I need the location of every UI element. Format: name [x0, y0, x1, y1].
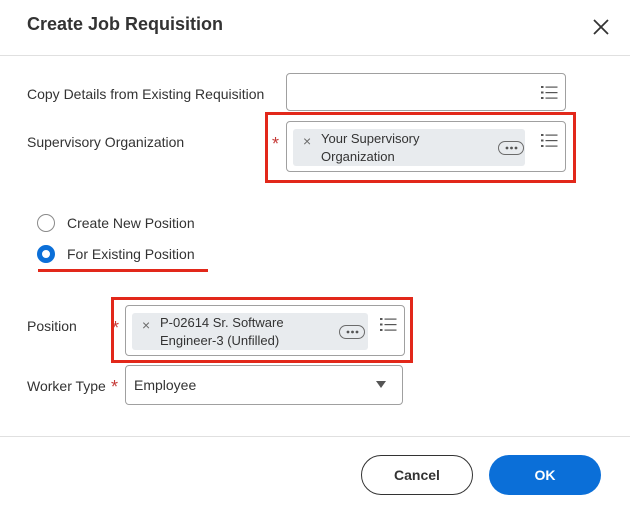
- radio-label: For Existing Position: [67, 246, 195, 262]
- remove-icon[interactable]: ×: [142, 317, 150, 333]
- radio-button-selected[interactable]: [37, 245, 55, 263]
- dialog-header: Create Job Requisition: [0, 0, 630, 56]
- position-input[interactable]: × P-02614 Sr. Software Engineer-3 (Unfil…: [125, 305, 405, 356]
- radio-label: Create New Position: [67, 215, 195, 231]
- worker-type-value: Employee: [134, 377, 197, 393]
- required-marker: *: [111, 377, 119, 397]
- dialog-footer: Cancel OK: [0, 436, 630, 507]
- list-icon[interactable]: [541, 133, 559, 149]
- annotation-underline: [38, 269, 208, 272]
- worker-type-label: Worker Type: [27, 378, 106, 394]
- close-icon[interactable]: [588, 14, 614, 40]
- dialog-title: Create Job Requisition: [27, 14, 224, 34]
- supervisory-org-label: Supervisory Organization: [27, 134, 185, 150]
- worker-type-select[interactable]: Employee: [125, 365, 403, 405]
- radio-button-unselected[interactable]: [37, 214, 55, 232]
- cancel-button[interactable]: Cancel: [361, 455, 473, 495]
- selected-chip: × Your Supervisory Organization: [293, 129, 525, 166]
- position-label: Position: [27, 318, 77, 334]
- remove-icon[interactable]: ×: [303, 133, 311, 149]
- chip-line-1: Your Supervisory: [321, 131, 420, 146]
- ok-button[interactable]: OK: [489, 455, 601, 495]
- selected-chip: × P-02614 Sr. Software Engineer-3 (Unfil…: [132, 313, 368, 350]
- copy-details-label: Copy Details from Existing Requisition: [27, 86, 265, 102]
- more-options-icon[interactable]: [498, 141, 524, 155]
- more-options-icon[interactable]: [339, 325, 365, 339]
- list-icon[interactable]: [541, 85, 559, 101]
- copy-details-input[interactable]: [286, 73, 566, 111]
- chip-line-2: Organization: [321, 149, 395, 164]
- list-icon[interactable]: [380, 317, 398, 333]
- chip-line-2: Engineer-3 (Unfilled): [160, 333, 280, 348]
- chip-line-1: P-02614 Sr. Software: [160, 315, 284, 330]
- supervisory-org-input[interactable]: × Your Supervisory Organization: [286, 121, 566, 172]
- dropdown-caret-icon[interactable]: [376, 381, 386, 388]
